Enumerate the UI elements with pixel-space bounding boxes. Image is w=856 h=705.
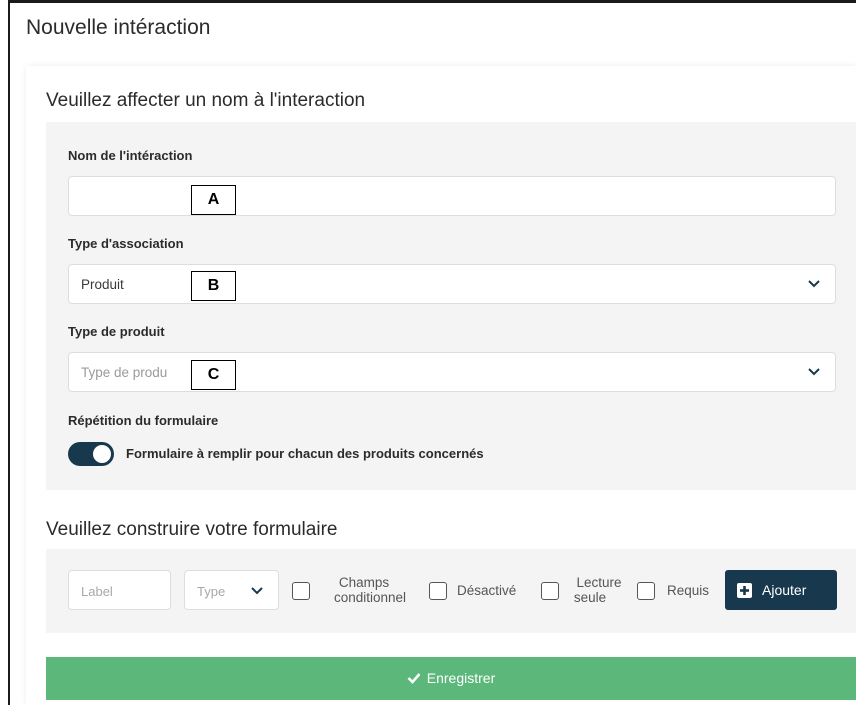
annotation-marker-a: A [191,185,236,215]
required-checkbox[interactable] [637,582,655,600]
association-type-select[interactable]: Produit [68,264,836,304]
product-type-placeholder: Type de produ [81,365,168,380]
repeat-toggle[interactable] [68,442,114,466]
readonly-checkbox-label: Lecture seule [573,575,622,605]
save-button[interactable]: Enregistrer [46,657,856,700]
association-type-value: Produit [81,277,124,292]
annotation-marker-c: C [191,360,236,390]
readonly-checkbox[interactable] [541,582,559,600]
required-checkbox-label: Requis [667,583,710,598]
chevron-down-icon [808,368,820,376]
section-title-form: Veuillez construire votre formulaire [46,519,338,540]
product-type-label: Type de produit [68,324,165,339]
annotation-marker-b: B [191,271,236,301]
product-type-select[interactable]: Type de produ [68,352,836,392]
toggle-knob [93,445,111,463]
conditional-checkbox[interactable] [292,582,310,600]
type-placeholder: Type [197,584,226,599]
window-frame-left [8,0,10,705]
window-frame-top [8,0,856,3]
interaction-name-input[interactable] [68,176,836,216]
conditional-checkbox-label: Champs conditionnel [333,575,407,605]
label-input[interactable]: Label [68,570,171,610]
section-title-name: Veuillez affecter un nom à l'interaction [46,90,366,111]
add-field-button[interactable]: Ajouter [725,570,837,610]
disabled-checkbox-label: Désactivé [457,583,517,598]
association-type-label: Type d'association [68,236,184,251]
type-select[interactable]: Type [184,570,279,610]
save-button-label: Enregistrer [426,670,496,686]
plus-square-icon [737,583,752,598]
check-icon [407,673,421,684]
repeat-toggle-label: Formulaire à remplir pour chacun des pro… [126,446,484,461]
repeat-label: Répétition du formulaire [68,413,219,428]
label-placeholder: Label [81,584,113,599]
disabled-checkbox[interactable] [429,582,447,600]
chevron-down-icon [251,587,263,595]
page-title: Nouvelle intéraction [26,16,211,39]
name-field-label: Nom de l'intéraction [68,148,193,163]
add-field-button-label: Ajouter [762,582,807,598]
chevron-down-icon [808,280,820,288]
